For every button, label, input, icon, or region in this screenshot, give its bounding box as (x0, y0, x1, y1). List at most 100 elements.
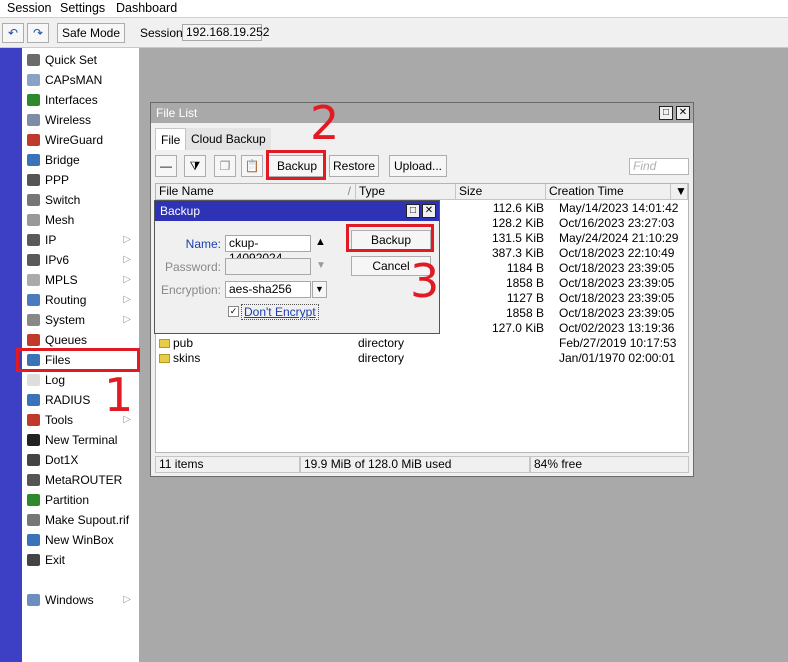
column-header-type[interactable]: Type (356, 184, 456, 200)
paste-button[interactable]: 📋 (241, 155, 263, 177)
copy-button[interactable]: ❐ (214, 155, 236, 177)
file-creation-time: Jan/01/1970 02:00:01 (559, 351, 676, 365)
redo-button[interactable]: ↷ (27, 23, 49, 43)
column-menu-button[interactable]: ▼ (671, 184, 688, 200)
annotation-box-backup (266, 150, 326, 180)
encryption-dropdown-button[interactable]: ▼ (312, 281, 327, 298)
maximize-button[interactable]: □ (659, 106, 673, 120)
sidebar-item-windows[interactable]: Windows ▷ (24, 590, 139, 610)
backup-dialog-titlebar[interactable]: Backup (155, 201, 439, 221)
status-bar: 11 items 19.9 MiB of 128.0 MiB used 84% … (155, 456, 689, 473)
upload-button[interactable]: Upload... (389, 155, 447, 177)
submenu-arrow-icon: ▷ (123, 254, 131, 265)
sidebar-item-ipv6[interactable]: IPv6 ▷ (24, 250, 139, 270)
safe-mode-button[interactable]: Safe Mode (57, 23, 125, 43)
file-list-titlebar[interactable]: File List (151, 103, 693, 123)
submenu-arrow-icon: ▷ (123, 294, 131, 305)
menu-bar: Session Settings Dashboard (0, 0, 788, 18)
exit-icon (27, 554, 40, 566)
bridge-icon (27, 154, 40, 166)
sidebar-item-routing[interactable]: Routing ▷ (24, 290, 139, 310)
new-winbox-icon (27, 534, 40, 546)
sidebar-item-quick-set[interactable]: Quick Set (24, 50, 139, 70)
find-input[interactable]: Find (629, 158, 689, 175)
file-size: 387.3 KiB (491, 246, 544, 260)
menu-dashboard[interactable]: Dashboard (116, 1, 177, 15)
sidebar-item-queues[interactable]: Queues (24, 330, 139, 350)
column-header-name[interactable]: File Name / (156, 184, 356, 200)
sidebar-item-system[interactable]: System ▷ (24, 310, 139, 330)
column-header-creation-time[interactable]: Creation Time (546, 184, 671, 200)
dropdown-icon: ▼ (315, 284, 324, 294)
dialog-close-button[interactable]: ✕ (422, 204, 436, 218)
status-disk-used: 19.9 MiB of 128.0 MiB used (300, 456, 530, 473)
sidebar-item-label: Partition (45, 493, 90, 507)
sidebar-item-mpls[interactable]: MPLS ▷ (24, 270, 139, 290)
file-creation-time: Feb/27/2019 10:17:53 (559, 336, 677, 350)
encryption-label: Encryption: (160, 283, 221, 297)
sidebar-item-partition[interactable]: Partition (24, 490, 139, 510)
undo-button[interactable]: ↶ (2, 23, 24, 43)
sidebar-item-make-supout-rif[interactable]: Make Supout.rif (24, 510, 139, 530)
file-creation-time: Oct/18/2023 22:10:49 (559, 246, 675, 260)
table-row[interactable]: pub directory Feb/27/2019 10:17:53 (156, 336, 688, 351)
annotation-number-1: 1 (104, 368, 134, 422)
tab-file[interactable]: File (155, 128, 187, 150)
encryption-select[interactable]: aes-sha256 (225, 281, 311, 298)
dot1x-icon (27, 454, 40, 466)
sidebar-item-wireguard[interactable]: WireGuard (24, 130, 139, 150)
collapse-arrow-icon[interactable]: ▲ (315, 236, 326, 248)
undo-icon: ↶ (7, 26, 19, 40)
menu-settings[interactable]: Settings (60, 1, 105, 15)
sidebar-item-label: RADIUS (45, 393, 91, 407)
file-size: 112.6 KiB (492, 201, 544, 215)
remove-button[interactable]: — (155, 155, 177, 177)
dropdown-icon[interactable]: ▼ (316, 260, 326, 271)
dont-encrypt-checkbox[interactable]: ✓ (228, 306, 239, 317)
sidebar-item-metarouter[interactable]: MetaROUTER (24, 470, 139, 490)
sidebar-item-label: Quick Set (45, 53, 98, 67)
sidebar-item-ppp[interactable]: PPP (24, 170, 139, 190)
sidebar-item-label: Dot1X (45, 453, 79, 467)
sidebar-item-capsman[interactable]: CAPsMAN (24, 70, 139, 90)
file-size: 131.5 KiB (491, 231, 544, 245)
toolbar: ↶ ↷ Safe Mode Session: 192.168.19.252 (0, 18, 788, 48)
dont-encrypt-label[interactable]: Don't Encrypt (241, 304, 319, 320)
make-supout-rif-icon (27, 514, 40, 526)
sidebar-item-bridge[interactable]: Bridge (24, 150, 139, 170)
sidebar-item-wireless[interactable]: Wireless (24, 110, 139, 130)
sidebar-item-interfaces[interactable]: Interfaces (24, 90, 139, 110)
ppp-icon (27, 174, 40, 186)
menu-session[interactable]: Session (7, 1, 51, 15)
sort-icon: / (347, 184, 351, 198)
switch-icon (27, 194, 40, 206)
sidebar-item-label: Mesh (45, 213, 75, 227)
close-icon: ✕ (678, 107, 688, 118)
file-name: pub (173, 336, 194, 350)
restore-button[interactable]: Restore (329, 155, 379, 177)
sidebar-item-exit[interactable]: Exit (24, 550, 139, 570)
close-button[interactable]: ✕ (676, 106, 690, 120)
dialog-maximize-button[interactable]: □ (406, 204, 420, 218)
minus-icon: — (160, 159, 172, 173)
password-input[interactable] (225, 258, 311, 275)
new-terminal-icon (27, 434, 40, 446)
filter-button[interactable]: ⧩ (184, 155, 206, 177)
wireless-icon (27, 114, 40, 126)
sidebar-item-mesh[interactable]: Mesh (24, 210, 139, 230)
sidebar-item-new-terminal[interactable]: New Terminal (24, 430, 139, 450)
sidebar-item-ip[interactable]: IP ▷ (24, 230, 139, 250)
sidebar-item-dot1x[interactable]: Dot1X (24, 450, 139, 470)
table-row[interactable]: skins directory Jan/01/1970 02:00:01 (156, 351, 688, 366)
backup-name-input[interactable]: ckup-14092024 (225, 235, 311, 265)
ipv6-icon (27, 254, 40, 266)
sidebar-item-new-winbox[interactable]: New WinBox (24, 530, 139, 550)
partition-icon (27, 494, 40, 506)
tab-cloud-backup[interactable]: Cloud Backup (186, 128, 271, 150)
column-header-size[interactable]: Size (456, 184, 546, 200)
window-title: File List (156, 106, 198, 120)
sidebar-item-switch[interactable]: Switch (24, 190, 139, 210)
sidebar-item-label: Switch (45, 193, 81, 207)
file-creation-time: Oct/18/2023 23:39:05 (559, 261, 675, 275)
file-creation-time: May/24/2024 21:10:29 (559, 231, 679, 245)
